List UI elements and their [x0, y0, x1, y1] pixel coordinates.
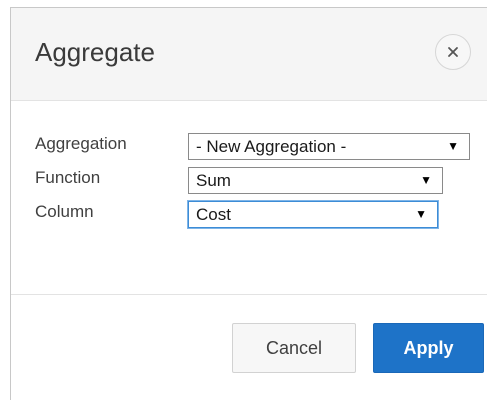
- close-icon: [446, 45, 460, 59]
- aggregate-dialog: Aggregate Aggregation - New Aggregation …: [10, 7, 487, 400]
- dialog-footer: Cancel Apply: [11, 295, 487, 400]
- cancel-button[interactable]: Cancel: [232, 323, 356, 373]
- aggregation-select[interactable]: - New Aggregation - ▼: [188, 133, 470, 160]
- dialog-body: Aggregation - New Aggregation - ▼ Functi…: [11, 101, 487, 295]
- aggregation-select-value: - New Aggregation -: [196, 137, 347, 156]
- function-select-value: Sum: [196, 171, 231, 190]
- column-label: Column: [35, 202, 94, 221]
- function-label: Function: [35, 168, 101, 187]
- page: Aggregate Aggregation - New Aggregation …: [0, 0, 487, 400]
- chevron-down-icon: ▼: [447, 139, 459, 153]
- chevron-down-icon: ▼: [415, 207, 427, 221]
- column-select[interactable]: Cost ▼: [188, 201, 438, 228]
- apply-button[interactable]: Apply: [373, 323, 484, 373]
- function-select[interactable]: Sum ▼: [188, 167, 443, 194]
- column-select-value: Cost: [196, 205, 231, 224]
- dialog-title: Aggregate: [35, 37, 155, 67]
- aggregation-label: Aggregation: [35, 134, 127, 153]
- dialog-header: Aggregate: [11, 8, 487, 101]
- close-button[interactable]: [435, 34, 471, 70]
- chevron-down-icon: ▼: [420, 173, 432, 187]
